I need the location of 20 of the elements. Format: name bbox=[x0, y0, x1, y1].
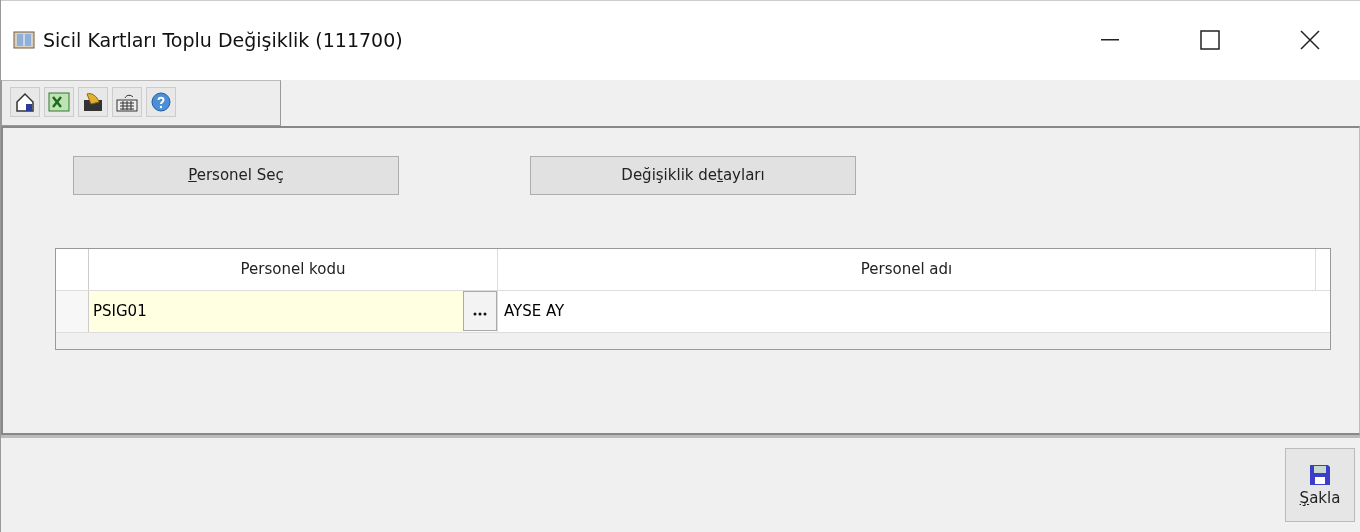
toolbar-button[interactable] bbox=[10, 86, 40, 117]
toolbar-button[interactable] bbox=[78, 86, 108, 117]
help-icon bbox=[149, 89, 173, 114]
close-icon bbox=[1300, 30, 1320, 51]
spreadsheet-icon bbox=[47, 89, 71, 114]
window-title: Sicil Kartları Toplu Değişiklik (111700) bbox=[43, 29, 404, 52]
column-header[interactable]: Personel adı bbox=[498, 248, 1316, 290]
toolbar-button[interactable] bbox=[44, 86, 74, 117]
toolbar-button[interactable] bbox=[146, 86, 176, 117]
toolbar-button[interactable] bbox=[112, 86, 142, 117]
book-icon bbox=[13, 30, 35, 51]
column-header[interactable]: Personel kodu bbox=[89, 248, 498, 290]
table-cell-text: AYSE AY bbox=[503, 301, 566, 323]
maximize-icon bbox=[1200, 30, 1220, 51]
code-field[interactable]: PSIG01 bbox=[89, 290, 498, 332]
select-personnel-button[interactable]: Personel Seç bbox=[73, 155, 399, 195]
ellipsis-icon bbox=[473, 312, 487, 317]
minimize-icon bbox=[1101, 39, 1119, 42]
change-details-button[interactable]: Değişiklik detayları bbox=[530, 155, 856, 195]
save-button[interactable]: Şakla bbox=[1285, 448, 1355, 522]
